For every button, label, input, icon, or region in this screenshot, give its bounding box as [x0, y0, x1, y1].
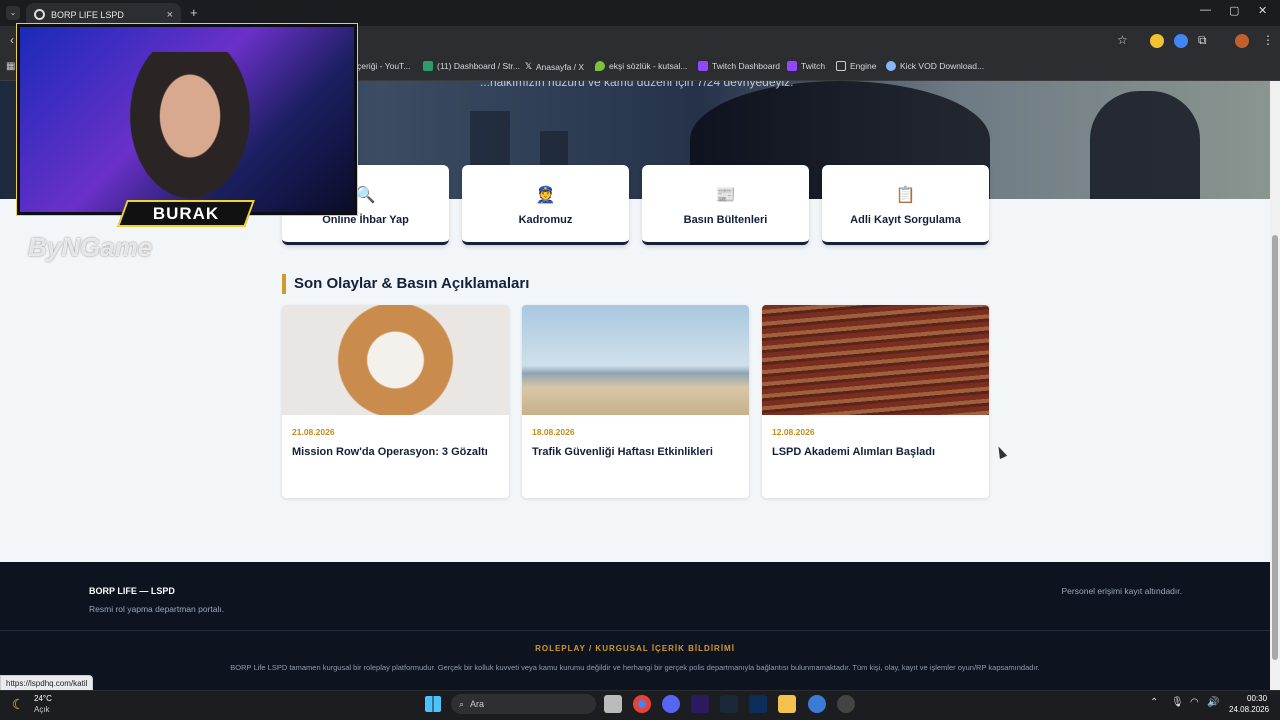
extension-icon[interactable] [1150, 34, 1164, 48]
wifi-icon[interactable]: ◠ [1190, 697, 1199, 708]
footer-divider [0, 630, 1270, 631]
news-card[interactable]: 18.08.2026 Trafik Güvenliği Haftası Etki… [522, 305, 749, 498]
disclaimer-title: ROLEPLAY / KURGUSAL İÇERİK BİLDİRİMİ [535, 644, 735, 653]
site-favicon-icon [34, 9, 45, 20]
bookmark-favicon-icon [423, 61, 433, 71]
hero-officer [1090, 91, 1200, 199]
news-date: 18.08.2026 [532, 427, 575, 437]
search-icon: 🔍 [355, 187, 376, 204]
taskbar-search[interactable]: ⌕ Ara [451, 694, 596, 714]
close-tab-icon[interactable]: × [167, 9, 173, 21]
volume-icon[interactable]: 🔊 [1207, 697, 1219, 708]
weather-temp[interactable]: 24°C [34, 694, 52, 703]
maximize-icon[interactable]: ▢ [1229, 4, 1239, 17]
bookmark-item[interactable]: Twitch Dashboard [698, 61, 780, 71]
bookmark-item[interactable]: 𝕏 Anasayfa / X [525, 61, 584, 72]
news-section-title: Son Olaylar & Basın Açıklamaları [282, 274, 529, 294]
tab-title: BORP LIFE LSPD [51, 9, 124, 20]
minimize-icon[interactable]: — [1200, 4, 1211, 16]
quick-link-card[interactable]: 📰 Basın Bültenleri [642, 165, 809, 245]
bookmark-item[interactable]: Engine [836, 61, 876, 71]
news-title: Trafik Güvenliği Haftası Etkinlikleri [532, 446, 713, 458]
news-image [762, 305, 989, 415]
news-image [522, 305, 749, 415]
profile-avatar[interactable] [1235, 34, 1249, 48]
weather-desc: Açık [34, 705, 50, 714]
photoshop-icon[interactable] [749, 695, 767, 713]
webcam-overlay [16, 23, 358, 216]
site-footer: BORP LIFE — LSPD Resmi rol yapma departm… [0, 562, 1270, 690]
close-window-icon[interactable]: ✕ [1258, 4, 1267, 17]
microphone-icon[interactable]: 🎙 [1171, 697, 1184, 708]
news-card[interactable]: 12.08.2026 LSPD Akademi Alımları Başladı [762, 305, 989, 498]
news-date: 12.08.2026 [772, 427, 815, 437]
clock-time[interactable]: 00:30 [1247, 694, 1267, 703]
tray-chevron-icon[interactable]: ⌃ [1150, 697, 1158, 708]
extensions-puzzle-icon[interactable]: ⧉ [1198, 33, 1207, 48]
bookmark-item[interactable]: Kick VOD Download... [886, 61, 984, 71]
newspaper-icon: 📰 [715, 187, 736, 204]
quick-link-card[interactable]: 👮 Kadromuz [462, 165, 629, 245]
back-icon[interactable]: ‹ [10, 33, 14, 47]
menu-icon[interactable]: ⋮ [1262, 33, 1274, 47]
news-image [282, 305, 509, 415]
scrollbar-thumb[interactable] [1272, 235, 1278, 660]
twitch-icon [787, 61, 797, 71]
extension-icon[interactable] [1174, 34, 1188, 48]
bookmark-star-icon[interactable]: ☆ [1117, 33, 1128, 47]
steam-icon[interactable] [720, 695, 738, 713]
news-date: 21.08.2026 [292, 427, 335, 437]
bookmark-item[interactable]: (11) Dashboard / Str... [423, 61, 520, 71]
bookmark-item[interactable]: ekşi sözlük - kutsal... [595, 61, 687, 71]
obs-icon[interactable] [837, 695, 855, 713]
clipboard-icon: 📋 [895, 187, 916, 204]
police-officer-icon: 👮 [535, 187, 556, 204]
quick-link-card[interactable]: 📋 Adli Kayıt Sorgulama [822, 165, 989, 245]
kick-icon [886, 61, 896, 71]
chrome-icon[interactable] [633, 695, 651, 713]
new-tab-button[interactable]: + [190, 5, 198, 20]
settings-icon[interactable] [808, 695, 826, 713]
folder-icon [836, 61, 846, 71]
hero-tagline: ...halkımızın huzuru ve kamu düzeni için… [480, 81, 794, 89]
premiere-icon[interactable] [691, 695, 709, 713]
task-view-icon[interactable] [604, 695, 622, 713]
footer-access-note: Personel erişimi kayıt altındadır. [1061, 586, 1182, 596]
footer-subtitle: Resmi rol yapma departman portalı. [89, 604, 225, 614]
apps-icon[interactable]: ▦ [6, 61, 15, 72]
bookmark-item[interactable]: çeriği - YouT... [357, 61, 410, 71]
search-icon: ⌕ [459, 698, 465, 709]
quick-link-label: Kadromuz [518, 214, 573, 226]
quick-link-label: Basın Bültenleri [683, 214, 768, 226]
discord-icon[interactable] [662, 695, 680, 713]
twitch-icon [698, 61, 708, 71]
news-card[interactable]: 21.08.2026 Mission Row'da Operasyon: 3 G… [282, 305, 509, 498]
news-title: LSPD Akademi Alımları Başladı [772, 446, 936, 458]
bookmark-item[interactable]: Twitch [787, 61, 825, 71]
streamer-name-banner: BURAK [117, 200, 255, 227]
drop-icon [595, 61, 605, 71]
clock-date[interactable]: 24.08.2026 [1229, 705, 1269, 714]
streamer-figure [120, 52, 260, 212]
active-tab[interactable]: BORP LIFE LSPD × [26, 3, 181, 26]
file-explorer-icon[interactable] [778, 695, 796, 713]
weather-moon-icon[interactable]: ☾ [12, 696, 25, 713]
footer-title: BORP LIFE — LSPD [89, 586, 175, 596]
tab-list-button[interactable]: ⌄ [6, 6, 20, 20]
news-title: Mission Row'da Operasyon: 3 Gözaltı [292, 446, 488, 458]
x-logo-icon: 𝕏 [525, 61, 532, 71]
channel-watermark: ByNGame [28, 232, 153, 262]
quick-link-label: Online İhbar Yap [322, 214, 409, 226]
start-icon[interactable] [425, 696, 441, 712]
quick-link-label: Adli Kayıt Sorgulama [850, 214, 961, 226]
disclaimer-text: BORP Life LSPD tamamen kurgusal bir role… [230, 663, 1040, 672]
